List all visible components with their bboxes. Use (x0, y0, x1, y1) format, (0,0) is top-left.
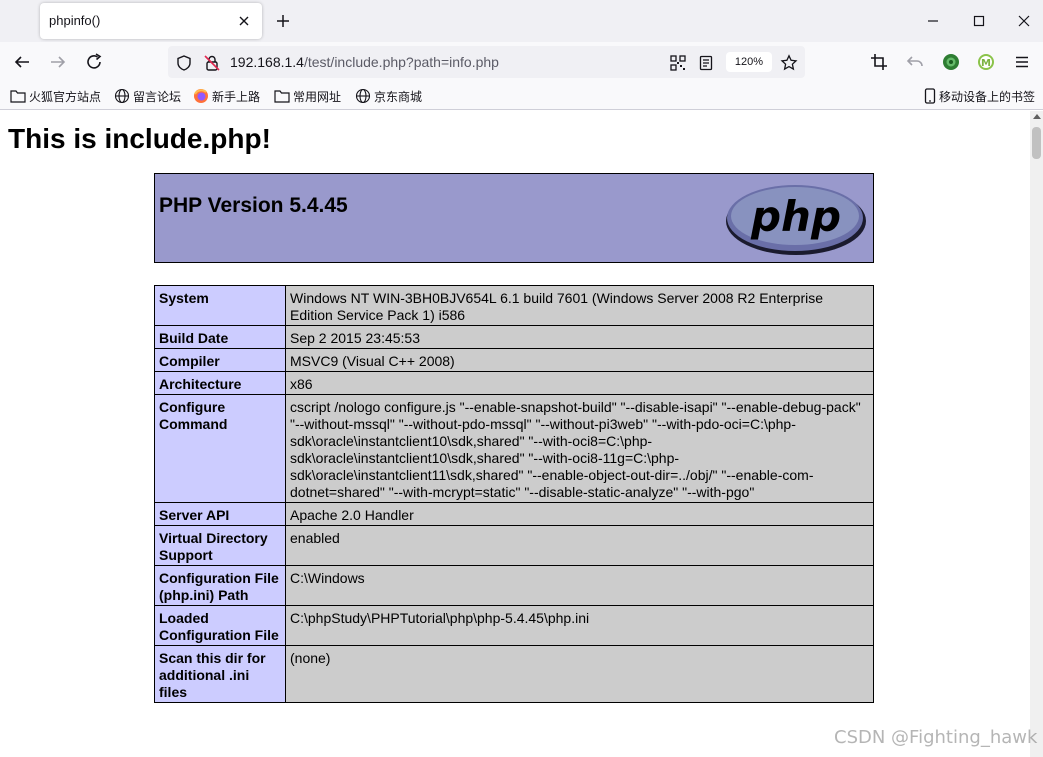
reload-icon[interactable] (83, 51, 105, 73)
mobile-bookmarks-label: 移动设备上的书签 (939, 89, 1036, 104)
extension-green-icon[interactable] (940, 51, 962, 73)
info-value: enabled (285, 525, 874, 566)
maximize-icon[interactable] (968, 10, 990, 32)
info-key: Build Date (154, 325, 286, 349)
php-info-table: System Windows NT WIN-3BH0BJV654L 6.1 bui… (154, 285, 874, 703)
table-row: System Windows NT WIN-3BH0BJV654L 6.1 bui… (154, 285, 874, 326)
info-key: Configure Command (154, 394, 286, 503)
bookmark-star-icon[interactable] (780, 54, 798, 72)
info-value: MSVC9 (Visual C++ 2008) (285, 348, 874, 372)
back-arrow-icon[interactable] (11, 51, 33, 73)
title-bar: phpinfo() (0, 0, 1043, 42)
bookmark-item[interactable]: 留言论坛 (114, 87, 181, 105)
scroll-up-arrow-icon[interactable] (1033, 114, 1041, 119)
folder-icon (10, 90, 26, 103)
bookmark-item[interactable]: 新手上路 (193, 87, 260, 105)
info-key: Configuration File (php.ini) Path (154, 565, 286, 606)
zoom-level-badge[interactable]: 120% (726, 52, 772, 72)
page-heading: This is include.php! (8, 123, 271, 154)
bookmark-item[interactable]: 京东商城 (355, 87, 422, 105)
insecure-lock-icon[interactable] (203, 54, 221, 72)
bookmark-label: 留言论坛 (133, 89, 182, 104)
hamburger-menu-icon[interactable] (1011, 51, 1033, 73)
table-row: Loaded Configuration File C:\phpStudy\PHP… (154, 605, 874, 646)
info-key: Virtual Directory Support (154, 525, 286, 566)
undo-arrow-icon[interactable] (904, 51, 926, 73)
info-value: Windows NT WIN-3BH0BJV654L 6.1 build 760… (285, 285, 874, 326)
info-key: Architecture (154, 371, 286, 395)
url-path: /test/include.php?path=info.php (303, 54, 499, 70)
info-value: (none) (285, 645, 874, 703)
url-host: 192.168.1.4 (230, 54, 304, 70)
php-version-header: PHP Version 5.4.45 php (154, 173, 874, 263)
table-row: Configure Command cscript /nologo configu… (154, 394, 874, 503)
info-key: Server API (154, 502, 286, 526)
close-tab-icon[interactable] (234, 11, 254, 31)
mobile-bookmarks[interactable]: 移动设备上的书签 (924, 87, 1035, 105)
bookmark-label: 火狐官方站点 (29, 89, 102, 104)
info-value: x86 (285, 371, 874, 395)
globe-icon (355, 88, 371, 104)
vertical-scrollbar[interactable] (1030, 111, 1043, 757)
info-value: cscript /nologo configure.js "--enable-s… (285, 394, 874, 503)
screenshot-crop-icon[interactable] (868, 51, 890, 73)
reader-view-icon[interactable] (697, 54, 715, 72)
php-logo-text: php (750, 192, 841, 241)
globe-icon (114, 88, 130, 104)
php-version-title: PHP Version 5.4.45 (159, 194, 348, 217)
bookmark-label: 京东商城 (374, 89, 423, 104)
tab-phpinfo[interactable]: phpinfo() (40, 3, 262, 39)
info-value: C:\Windows (285, 565, 874, 606)
info-value: C:\phpStudy\PHPTutorial\php\php-5.4.45\p… (285, 605, 874, 646)
qr-code-icon[interactable] (669, 54, 687, 72)
watermark: CSDN @Fighting_hawk (834, 727, 1038, 748)
scroll-thumb[interactable] (1032, 127, 1041, 159)
svg-text:M: M (981, 58, 991, 69)
forward-arrow-icon[interactable] (47, 51, 69, 73)
page-viewport: This is include.php! PHP Version 5.4.45 … (0, 111, 1030, 757)
firefox-icon (194, 89, 208, 103)
bookmarks-toolbar: 火狐官方站点 留言论坛 新手上路 常用网址 京东商城 移动设备上的书签 (0, 82, 1043, 110)
table-row: Configuration File (php.ini) Path C:\Wind… (154, 565, 874, 606)
table-row: Server API Apache 2.0 Handler (154, 502, 874, 526)
navigation-toolbar: 192.168.1.4/test/include.php?path=info.p… (0, 42, 1043, 82)
table-row: Architecture x86 (154, 371, 874, 395)
shield-icon[interactable] (175, 54, 193, 72)
url-bar[interactable]: 192.168.1.4/test/include.php?path=info.p… (168, 46, 805, 78)
tab-title: phpinfo() (49, 13, 101, 28)
mobile-device-icon (924, 88, 936, 104)
bookmark-item[interactable]: 火狐官方站点 (10, 87, 101, 105)
info-key: Compiler (154, 348, 286, 372)
info-key: Loaded Configuration File (154, 605, 286, 646)
info-value: Apache 2.0 Handler (285, 502, 874, 526)
extension-m-icon[interactable]: M (975, 51, 997, 73)
close-window-icon[interactable] (1013, 10, 1035, 32)
bookmark-item[interactable]: 常用网址 (274, 87, 341, 105)
bookmark-label: 常用网址 (293, 89, 342, 104)
php-logo[interactable]: php (724, 181, 868, 257)
info-key: Scan this dir for additional .ini files (154, 645, 286, 703)
table-row: Build Date Sep 2 2015 23:45:53 (154, 325, 874, 349)
table-row: Scan this dir for additional .ini files(… (154, 645, 874, 703)
info-key: System (154, 285, 286, 326)
folder-icon (274, 90, 290, 103)
minimize-icon[interactable] (922, 10, 944, 32)
table-row: Virtual Directory Support enabled (154, 525, 874, 566)
url-text[interactable]: 192.168.1.4/test/include.php?path=info.p… (230, 54, 499, 70)
table-row: Compiler MSVC9 (Visual C++ 2008) (154, 348, 874, 372)
new-tab-icon[interactable] (272, 10, 294, 32)
bookmark-label: 新手上路 (212, 89, 261, 104)
info-value: Sep 2 2015 23:45:53 (285, 325, 874, 349)
